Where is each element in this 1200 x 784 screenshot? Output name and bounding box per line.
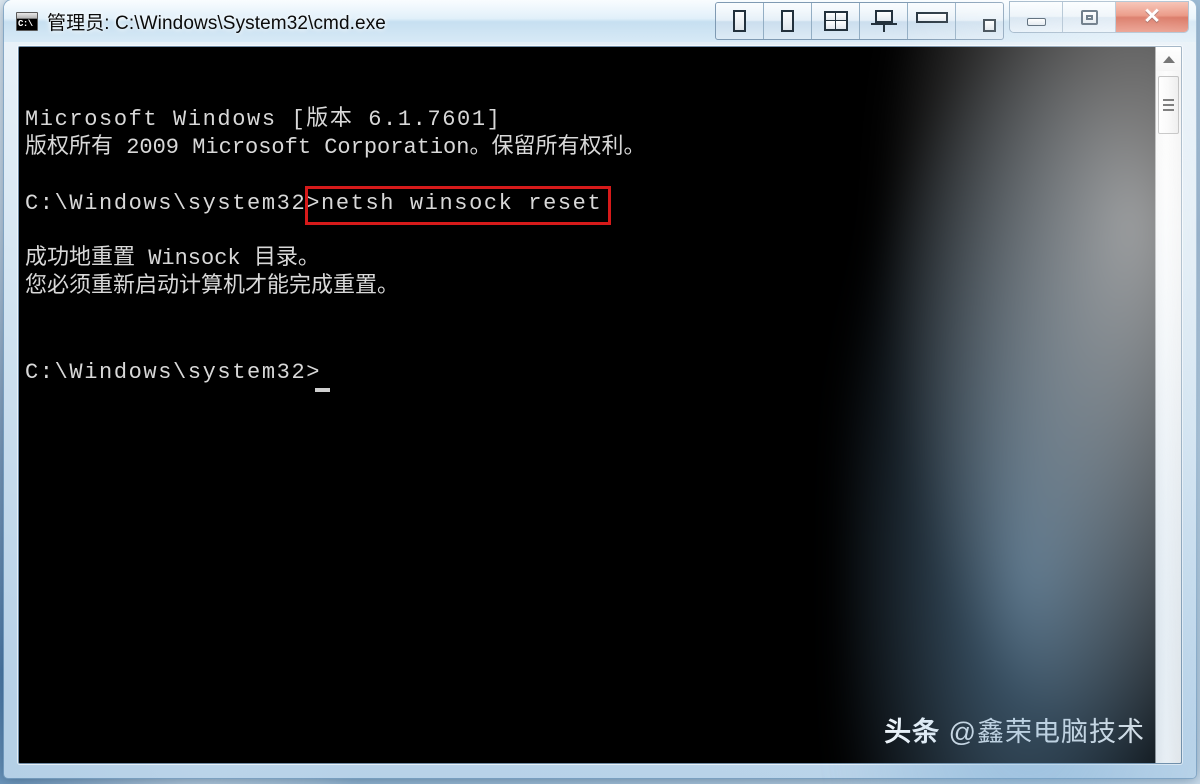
close-button[interactable]: ✕ xyxy=(1116,2,1188,32)
four-pane-grid-icon xyxy=(823,11,848,31)
close-icon: ✕ xyxy=(1143,5,1161,28)
single-pane-right-icon xyxy=(781,10,794,32)
console-output[interactable]: Microsoft Windows [版本 6.1.7601] 版权所有 200… xyxy=(19,47,1155,763)
minimize-icon xyxy=(1026,17,1046,26)
restore-button[interactable] xyxy=(1063,2,1116,32)
cmd-window: C:\ 管理员: C:\Windows\System32\cmd.exe ✕ M… xyxy=(4,0,1196,778)
snap-wide-button[interactable] xyxy=(908,3,956,39)
grip-lines-icon xyxy=(1163,99,1174,111)
console-line-prompt: C:\Windows\system32> xyxy=(25,360,322,385)
console-client-area: Microsoft Windows [版本 6.1.7601] 版权所有 200… xyxy=(18,46,1182,764)
watermark: 头条 @鑫荣电脑技术 xyxy=(884,710,1145,749)
console-cursor xyxy=(315,388,330,392)
console-line-result-2: 您必须重新启动计算机才能完成重置。 xyxy=(25,274,400,299)
console-line-result-1: 成功地重置 Winsock 目录。 xyxy=(25,246,320,271)
caption-button-group[interactable]: ✕ xyxy=(1009,1,1189,33)
snap-left-button[interactable] xyxy=(716,3,764,39)
wide-bar-icon xyxy=(915,11,948,23)
single-pane-left-icon xyxy=(733,10,746,32)
cmd-console-icon: C:\ xyxy=(16,11,38,31)
console-scrollbar[interactable] xyxy=(1155,47,1181,763)
icon-prompt-text: C:\ xyxy=(18,18,33,29)
snap-top-button[interactable] xyxy=(860,3,908,39)
watermark-handle: @鑫荣电脑技术 xyxy=(948,717,1145,747)
restore-icon xyxy=(1080,9,1098,25)
window-title-bar[interactable]: C:\ 管理员: C:\Windows\System32\cmd.exe ✕ xyxy=(4,0,1196,42)
window-snap-toolbar[interactable] xyxy=(715,2,1004,40)
snap-right-button[interactable] xyxy=(764,3,812,39)
corner-square-icon xyxy=(963,10,997,32)
chevron-up-icon xyxy=(1162,55,1175,63)
desktop-background: C:\ 管理员: C:\Windows\System32\cmd.exe ✕ M… xyxy=(0,0,1200,784)
watermark-brand: 头条 xyxy=(884,717,941,747)
scrollbar-thumb[interactable] xyxy=(1158,76,1179,134)
console-line-command: C:\Windows\system32>netsh winsock reset xyxy=(25,191,603,216)
window-title: 管理员: C:\Windows\System32\cmd.exe xyxy=(47,12,386,34)
scrollbar-track[interactable] xyxy=(1156,71,1181,763)
scrollbar-up-button[interactable] xyxy=(1156,47,1181,71)
console-line-copyright: 版权所有 2009 Microsoft Corporation。保留所有权利。 xyxy=(25,135,646,160)
minimize-button[interactable] xyxy=(1010,2,1063,32)
top-dock-icon xyxy=(870,10,897,32)
snap-quad-button[interactable] xyxy=(812,3,860,39)
console-line-version: Microsoft Windows [版本 6.1.7601] xyxy=(25,107,502,132)
snap-corner-button[interactable] xyxy=(956,3,1003,39)
